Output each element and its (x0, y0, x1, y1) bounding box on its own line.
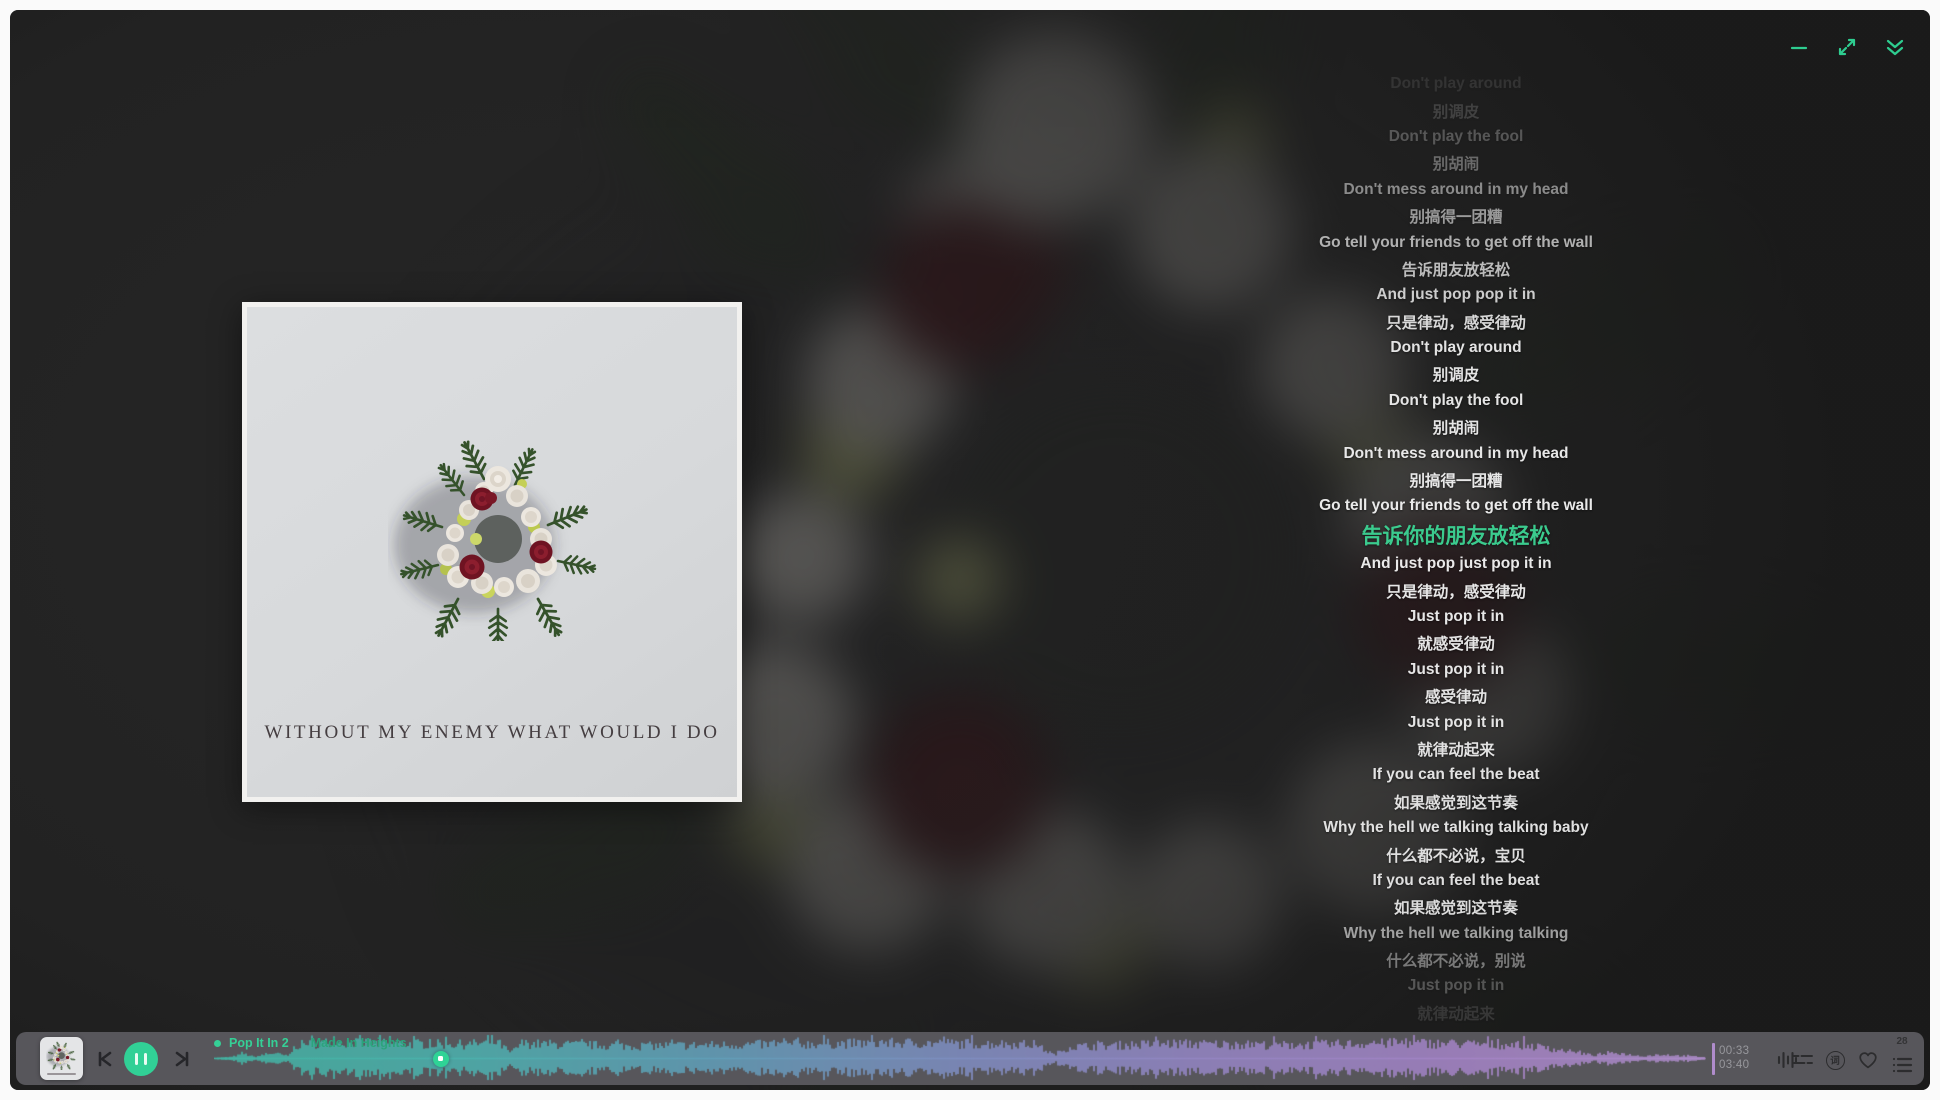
lyric-line[interactable]: 告诉你的朋友放轻松 (1106, 520, 1806, 551)
queue-count-badge: 28 (1888, 1036, 1916, 1047)
playlist-icon[interactable] (1889, 1052, 1915, 1078)
playing-dot-icon (214, 1040, 221, 1047)
lyric-line[interactable]: Don't play the fool (1106, 388, 1806, 414)
lyric-line[interactable]: 别搞得一团糟 (1106, 467, 1806, 493)
lyric-line[interactable]: Why the hell we talking talking (1106, 921, 1806, 947)
lyric-line[interactable]: 只是律动，感受律动 (1106, 577, 1806, 603)
fullscreen-button[interactable] (1832, 32, 1862, 62)
time-display: 00:33 03:40 (1719, 1045, 1749, 1072)
lyrics-glyph: 词 (1830, 1053, 1840, 1067)
album-art: WITHOUT MY ENEMY WHAT WOULD I DO (242, 302, 742, 802)
lyrics-panel: Don't play around别调皮Don't play the fool别… (1106, 71, 1806, 1026)
lyric-line[interactable]: 别胡闹 (1106, 150, 1806, 176)
lyric-line[interactable]: 就感受律动 (1106, 630, 1806, 656)
play-order-icon[interactable] (1790, 1047, 1816, 1073)
lyric-line[interactable]: Don't mess around in my head (1106, 440, 1806, 466)
elapsed-time: 00:33 (1719, 1045, 1749, 1059)
next-button[interactable] (169, 1032, 195, 1085)
lyric-line[interactable]: 只是律动，感受律动 (1106, 309, 1806, 335)
lyric-line[interactable]: 就律动起来 (1106, 1000, 1806, 1026)
lyric-line[interactable]: Just pop it in (1106, 973, 1806, 999)
album-caption: WITHOUT MY ENEMY WHAT WOULD I DO (247, 722, 737, 744)
lyric-line[interactable]: Don't play around (1106, 335, 1806, 361)
lyric-line[interactable]: Don't mess around in my head (1106, 177, 1806, 203)
album-cover: WITHOUT MY ENEMY WHAT WOULD I DO (247, 307, 737, 797)
lyric-line[interactable]: If you can feel the beat (1106, 868, 1806, 894)
minimize-button[interactable] (1784, 32, 1814, 62)
collapse-lyrics-button[interactable] (1880, 32, 1910, 62)
lyric-line[interactable]: 别调皮 (1106, 97, 1806, 123)
lyric-line[interactable]: Why the hell we talking talking baby (1106, 815, 1806, 841)
lyric-line[interactable]: Don't play around (1106, 71, 1806, 97)
lyrics-toggle-icon[interactable]: 词 (1822, 1047, 1848, 1073)
lyric-line[interactable]: If you can feel the beat (1106, 762, 1806, 788)
lyric-line[interactable]: Go tell your friends to get off the wall (1106, 493, 1806, 519)
song-title: Pop It In 2 (229, 1036, 289, 1050)
lyric-line[interactable]: Just pop it in (1106, 604, 1806, 630)
lyric-line[interactable]: 如果感觉到这节奏 (1106, 894, 1806, 920)
total-time: 03:40 (1719, 1059, 1749, 1073)
album-thumbnail[interactable] (40, 1037, 83, 1080)
lyric-line[interactable]: 什么都不必说，别说 (1106, 947, 1806, 973)
titlebar-controls (1784, 32, 1910, 62)
lyric-line[interactable]: 如果感觉到这节奏 (1106, 789, 1806, 815)
pause-icon (135, 1053, 139, 1065)
lyric-line[interactable]: And just pop pop it in (1106, 282, 1806, 308)
artist-name: Made In Heights (311, 1036, 407, 1050)
lyric-line[interactable]: 告诉朋友放轻松 (1106, 256, 1806, 282)
now-playing: Pop It In 2 Made In Heights (214, 1036, 407, 1050)
favorite-icon[interactable] (1855, 1047, 1881, 1073)
app-window: WITHOUT MY ENEMY WHAT WOULD I DO Don't p… (10, 10, 1930, 1090)
lyric-line[interactable]: Don't play the fool (1106, 124, 1806, 150)
player-bar: Pop It In 2 Made In Heights 00:33 03:40 … (16, 1032, 1924, 1085)
lyric-line[interactable]: 别胡闹 (1106, 414, 1806, 440)
lyric-line[interactable]: 别搞得一团糟 (1106, 203, 1806, 229)
lyric-line[interactable]: 什么都不必说，宝贝 (1106, 841, 1806, 867)
lyric-line[interactable]: And just pop just pop it in (1106, 551, 1806, 577)
pause-icon (144, 1053, 148, 1065)
playhead-marker[interactable] (433, 1051, 449, 1067)
previous-button[interactable] (92, 1032, 118, 1085)
lyric-line[interactable]: 就律动起来 (1106, 736, 1806, 762)
lyric-line[interactable]: Just pop it in (1106, 657, 1806, 683)
lyric-line[interactable]: Go tell your friends to get off the wall (1106, 229, 1806, 255)
lyric-line[interactable]: 别调皮 (1106, 361, 1806, 387)
play-pause-button[interactable] (124, 1042, 158, 1076)
thumbnail-caption-line (47, 1073, 76, 1075)
lyric-line[interactable]: Just pop it in (1106, 709, 1806, 735)
wreath-artwork (388, 421, 608, 641)
time-cursor (1712, 1043, 1715, 1075)
lyric-line[interactable]: 感受律动 (1106, 683, 1806, 709)
